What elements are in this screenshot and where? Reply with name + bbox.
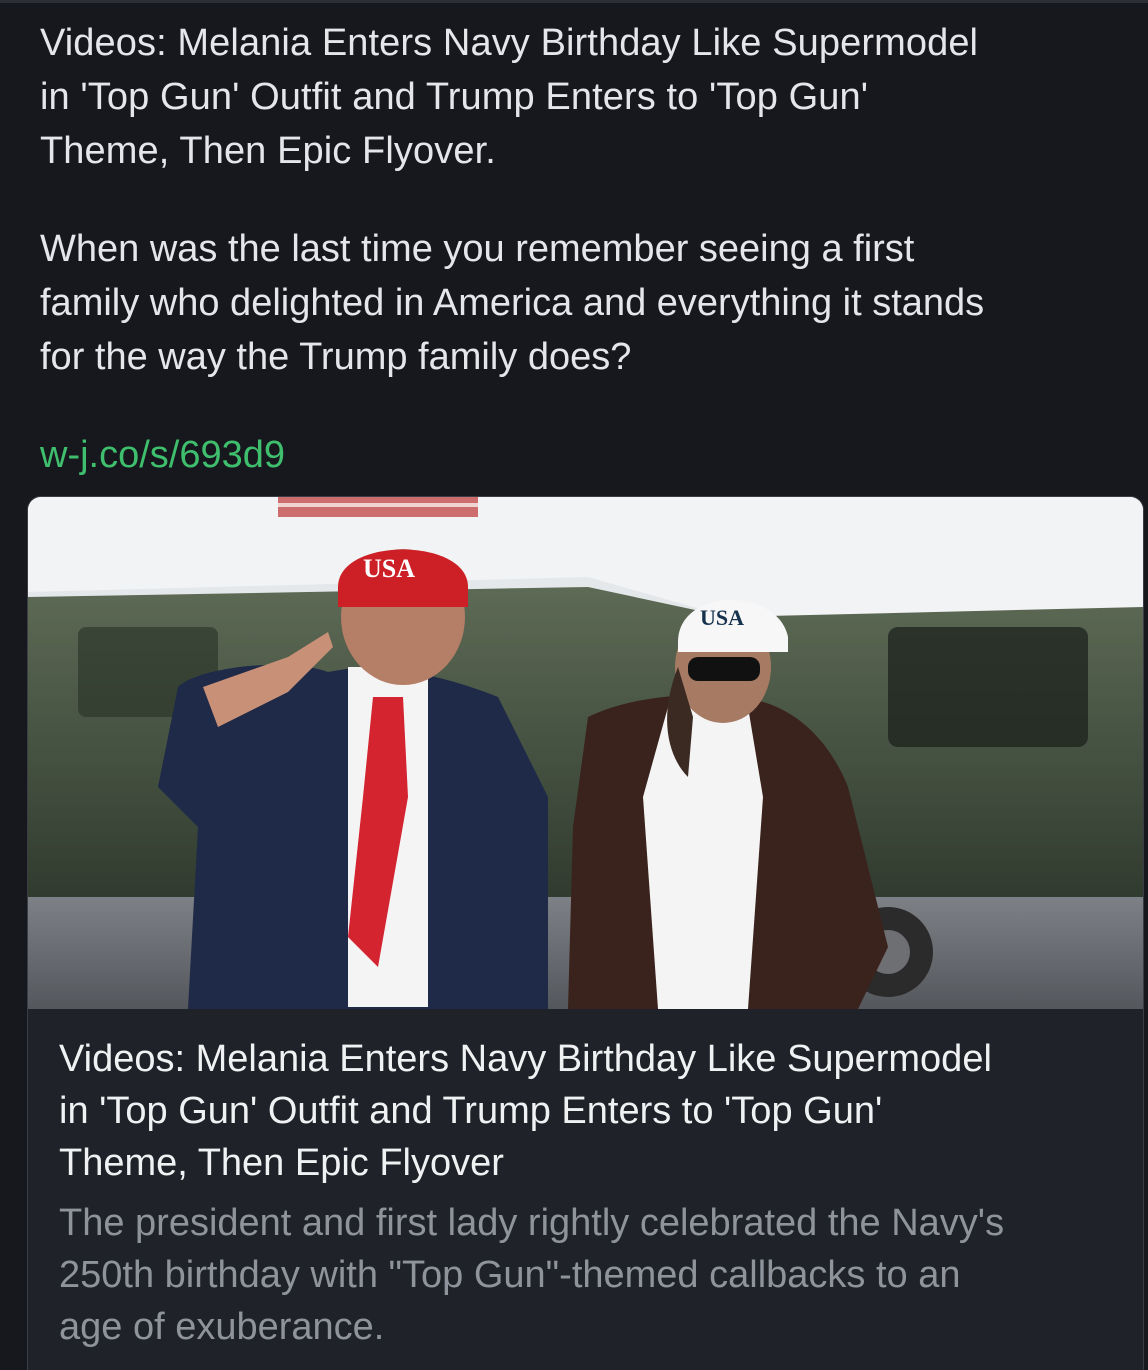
link-preview-card[interactable]: USA USA Videos: Melania Enters Navy Birt…: [27, 496, 1144, 1370]
post-question: When was the last time you remember seei…: [40, 228, 985, 378]
top-divider: [0, 0, 1148, 3]
preview-photo[interactable]: USA USA: [28, 497, 1143, 1009]
card-description: The president and first lady rightly cel…: [59, 1202, 1005, 1348]
post-link[interactable]: w-j.co/s/693d9: [40, 428, 285, 482]
post-headline: Videos: Melania Enters Navy Birthday Lik…: [40, 22, 979, 172]
hat-right-text: USA: [700, 605, 744, 630]
card-title[interactable]: Videos: Melania Enters Navy Birthday Lik…: [59, 1033, 1119, 1189]
card-body[interactable]: Videos: Melania Enters Navy Birthday Lik…: [28, 1009, 1143, 1370]
hat-left-text: USA: [363, 554, 415, 583]
